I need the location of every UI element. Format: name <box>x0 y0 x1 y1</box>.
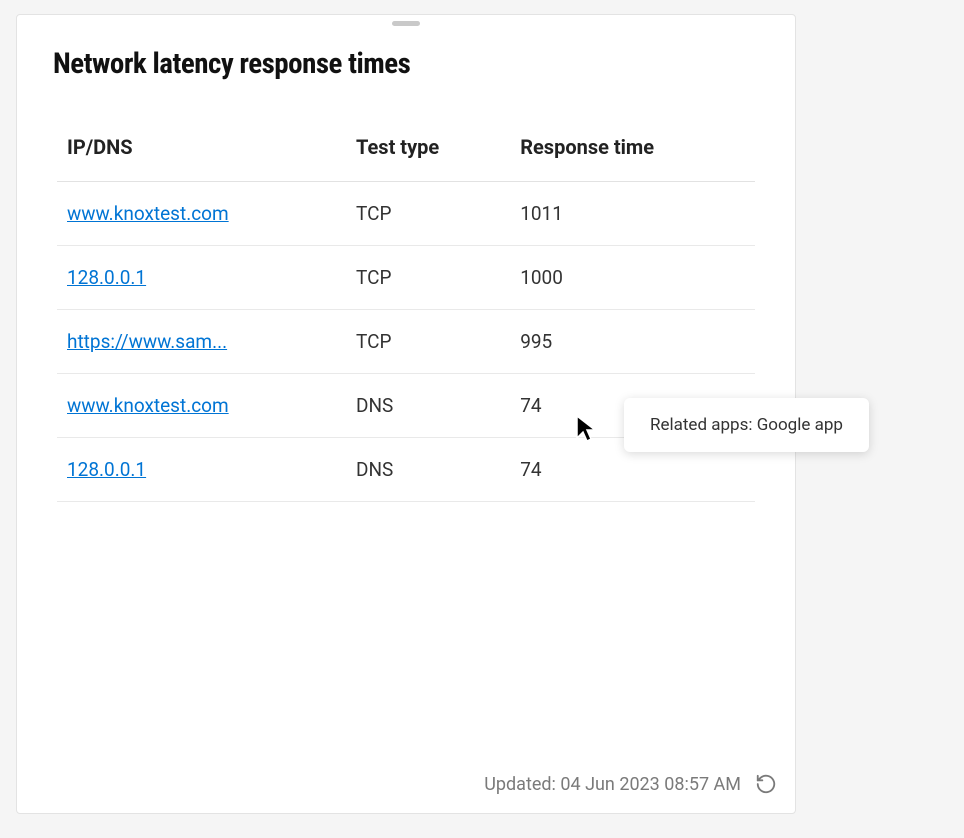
test-type-cell: TCP <box>346 246 510 310</box>
ip-dns-link[interactable]: https://www.sam... <box>67 330 227 353</box>
table-row: www.knoxtest.com TCP 1011 <box>57 182 755 246</box>
ip-dns-link[interactable]: www.knoxtest.com <box>67 394 229 417</box>
column-header-ip-dns[interactable]: IP/DNS <box>57 135 346 182</box>
card-footer: Updated: 04 Jun 2023 08:57 AM <box>17 759 795 813</box>
related-apps-tooltip: Related apps: Google app <box>624 398 869 452</box>
response-time-cell: 995 <box>510 310 755 374</box>
response-time-cell: 1000 <box>510 246 755 310</box>
drag-handle[interactable] <box>392 21 420 26</box>
test-type-cell: TCP <box>346 182 510 246</box>
column-header-response-time[interactable]: Response time <box>510 135 755 182</box>
table-row: https://www.sam... TCP 995 <box>57 310 755 374</box>
column-header-test-type[interactable]: Test type <box>346 135 510 182</box>
refresh-icon[interactable] <box>755 773 777 795</box>
ip-dns-link[interactable]: 128.0.0.1 <box>67 266 146 289</box>
table-row: 128.0.0.1 TCP 1000 <box>57 246 755 310</box>
response-time-cell: 1011 <box>510 182 755 246</box>
test-type-cell: TCP <box>346 310 510 374</box>
test-type-cell: DNS <box>346 438 510 502</box>
ip-dns-link[interactable]: www.knoxtest.com <box>67 202 229 225</box>
ip-dns-link[interactable]: 128.0.0.1 <box>67 458 146 481</box>
tooltip-text: Related apps: Google app <box>650 415 843 435</box>
updated-timestamp: Updated: 04 Jun 2023 08:57 AM <box>484 774 741 795</box>
test-type-cell: DNS <box>346 374 510 438</box>
